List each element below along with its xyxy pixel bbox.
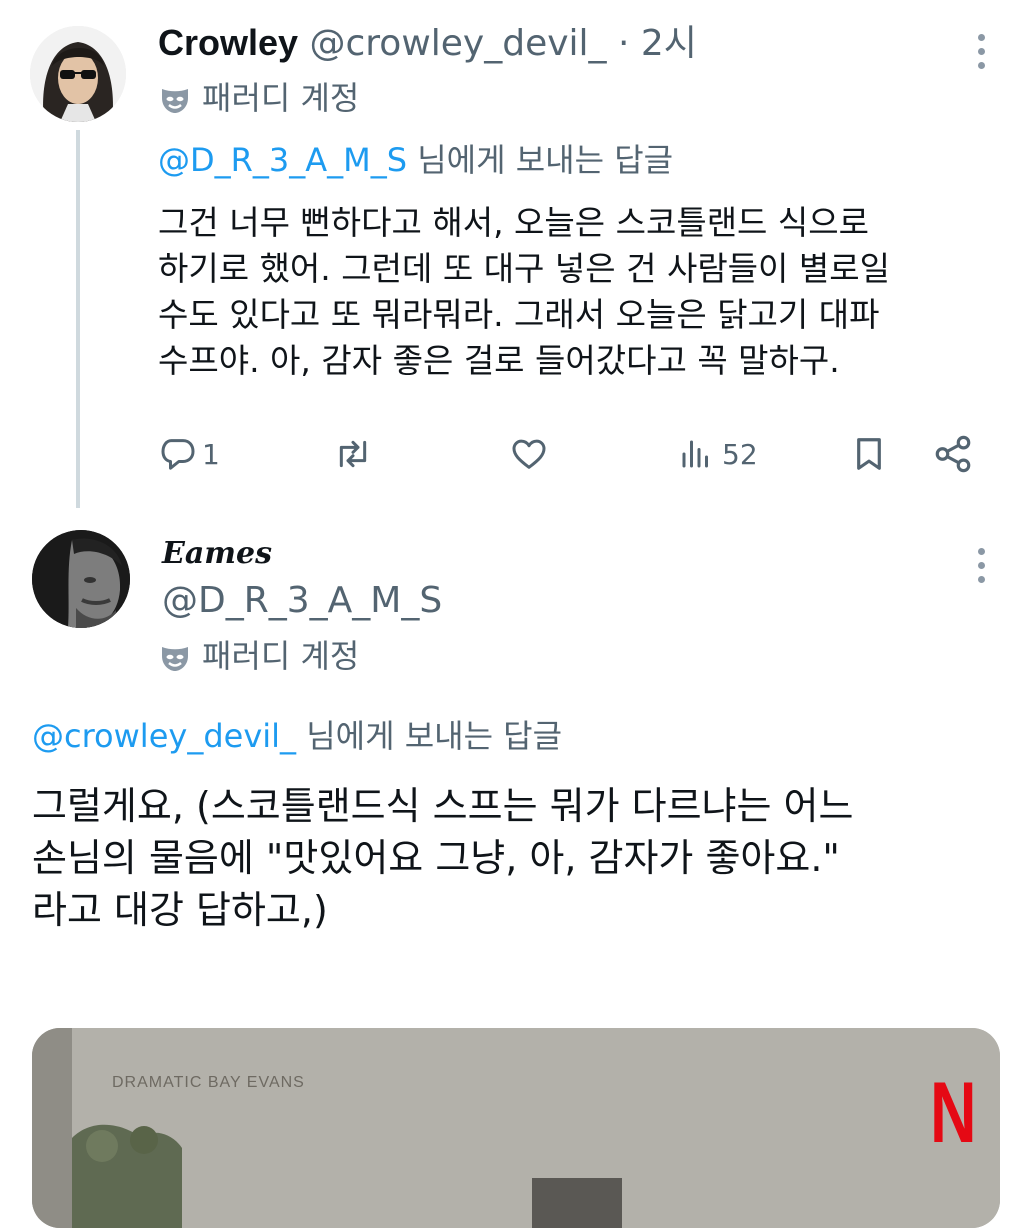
media-caption: DRAMATIC BAY EVANS (112, 1074, 305, 1091)
tweet2-media-image[interactable]: DRAMATIC BAY EVANS N (32, 1028, 1000, 1228)
more-icon[interactable] (974, 34, 988, 78)
reply-to-link[interactable]: @D_R_3_A_M_S (158, 141, 407, 179)
like-button[interactable] (508, 430, 550, 478)
reply-count: 1 (202, 437, 220, 471)
parody-account-badge: 패러디 계정 (160, 78, 359, 118)
author-display-name[interactable]: Eames (162, 536, 272, 571)
reply-to-label: 님에게 보내는 답글 (407, 141, 674, 179)
like-icon (512, 439, 546, 469)
reply-context: @D_R_3_A_M_S 님에게 보내는 답글 (158, 140, 673, 180)
mask-icon (162, 89, 188, 113)
parody-label: 패러디 계정 (202, 79, 360, 117)
tweet-timestamp[interactable]: 2시 (641, 23, 697, 64)
retweet-button[interactable] (332, 430, 374, 478)
retweet-icon (339, 440, 367, 468)
media-scene (32, 1028, 1000, 1228)
author-handle[interactable]: @crowley_devil_ (310, 23, 607, 64)
avatar-eames[interactable] (32, 530, 130, 628)
thread-connector-line (76, 130, 80, 508)
mask-icon (162, 647, 188, 671)
views-button[interactable]: 52 (678, 430, 758, 478)
reply-context: @crowley_devil_ 님에게 보내는 답글 (32, 716, 562, 756)
bookmark-icon (857, 438, 881, 470)
views-icon (682, 440, 708, 468)
bookmark-button[interactable] (850, 430, 888, 478)
parody-account-badge: 패러디 계정 (160, 636, 359, 676)
tweet1-action-bar: 1 52 (158, 430, 988, 478)
avatar-crowley[interactable] (30, 26, 126, 122)
reply-button[interactable]: 1 (158, 430, 220, 478)
share-icon (935, 435, 971, 473)
reply-to-link[interactable]: @crowley_devil_ (32, 717, 296, 755)
tweet1-header: Crowley @crowley_devil_ · 2시 (158, 20, 697, 67)
parody-label: 패러디 계정 (202, 637, 360, 675)
header-separator: · (606, 23, 641, 64)
reply-to-label: 님에게 보내는 답글 (296, 717, 563, 755)
author-handle[interactable]: @D_R_3_A_M_S (162, 578, 442, 624)
tweet1-text: 그건 너무 뻔하다고 해서, 오늘은 스코틀랜드 식으로 하기로 했어. 그런데… (158, 203, 890, 380)
views-count: 52 (722, 437, 758, 471)
reply-icon (161, 439, 195, 470)
tweet2-text: 그럴게요, (스코틀랜드식 스프는 뭐가 다르냐는 어느 손님의 물음에 "맛있… (32, 784, 854, 932)
netflix-logo: N (930, 1065, 977, 1161)
author-display-name[interactable]: Crowley (158, 22, 298, 63)
share-button[interactable] (932, 430, 974, 478)
more-icon[interactable] (974, 548, 988, 592)
